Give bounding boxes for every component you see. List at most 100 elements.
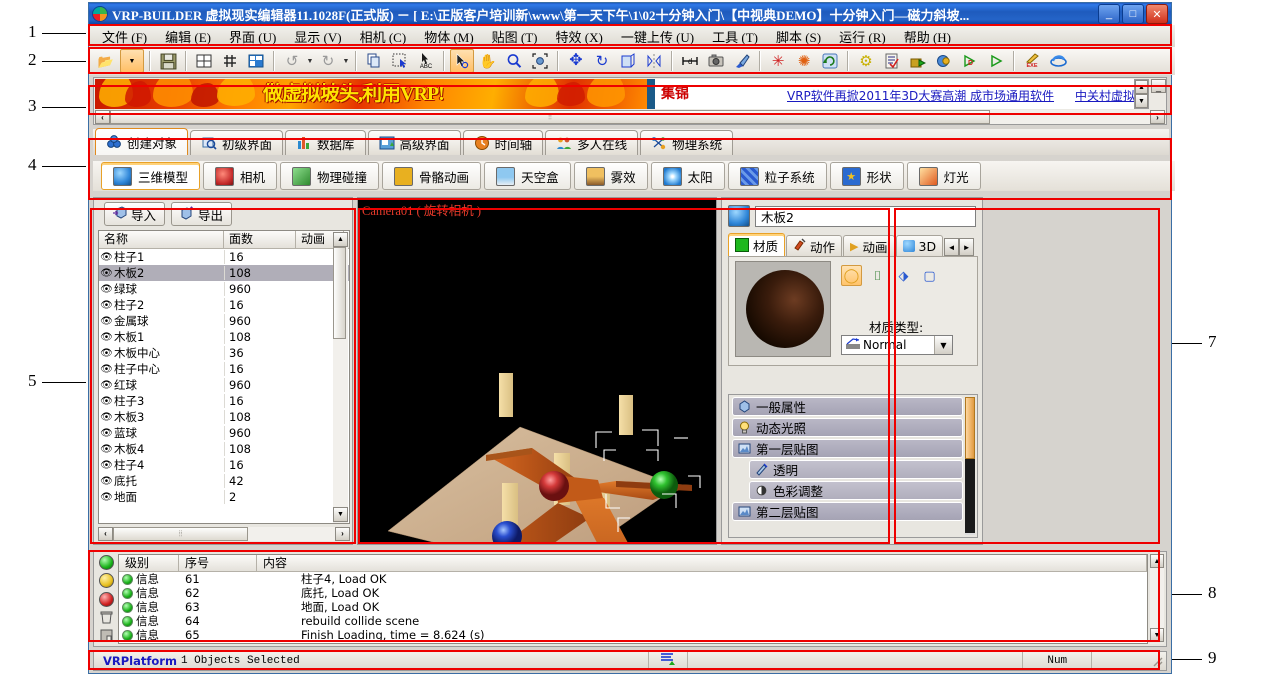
warning-filter-icon[interactable]: [97, 572, 115, 588]
list-hscroll-right-button[interactable]: ›: [335, 527, 350, 541]
property-tab-action[interactable]: 动作: [786, 235, 842, 256]
visibility-eye-icon[interactable]: 👁: [99, 460, 114, 471]
material-preview[interactable]: [735, 261, 831, 357]
visibility-eye-icon[interactable]: 👁: [99, 284, 114, 295]
log-vertical-scrollbar[interactable]: ▲ ▼: [1150, 554, 1164, 644]
log-vscroll-track[interactable]: [1150, 568, 1164, 628]
property-tab-prev-button[interactable]: ◄: [944, 238, 959, 256]
mirror-icon[interactable]: [642, 49, 666, 73]
menu-item-file[interactable]: 文件 (F): [93, 25, 156, 48]
log-column-content[interactable]: 内容: [257, 555, 1147, 571]
ad-minimize-button[interactable]: _: [1151, 79, 1166, 93]
ad-hscroll-right-button[interactable]: ›: [1150, 110, 1165, 124]
object-list-vertical-scrollbar[interactable]: ▲ ▼: [333, 232, 348, 524]
object-list-row[interactable]: 👁柱子中心16: [99, 361, 349, 377]
menu-item-display[interactable]: 显示 (V): [285, 25, 350, 48]
open-icon[interactable]: 📂: [94, 49, 118, 73]
object-tab-sun[interactable]: 太阳: [651, 162, 725, 190]
resize-grip[interactable]: [1150, 654, 1164, 668]
list-scroll-down-button[interactable]: ▼: [333, 507, 348, 522]
scale-icon[interactable]: [616, 49, 640, 73]
sphere-preview-icon[interactable]: ◯: [841, 265, 862, 286]
ad-link-1[interactable]: VRP软件再掀2011年3D大赛高潮 成市场通用软件: [787, 87, 1054, 104]
object-list-horizontal-scrollbar[interactable]: ‹ ⦙⦙ ›: [98, 526, 350, 541]
visibility-eye-icon[interactable]: 👁: [99, 476, 114, 487]
ad-horizontal-scrollbar[interactable]: ‹ ⦙⦙ ›: [95, 110, 1165, 124]
3d-viewport[interactable]: Camera01 ( 旋转相机 ): [357, 197, 717, 545]
open-dropdown-icon[interactable]: ▼: [120, 49, 144, 73]
redo-dropdown-icon[interactable]: ▼: [341, 50, 351, 72]
property-tab-animation[interactable]: ▶ 动画: [843, 235, 894, 256]
paint-brush-icon[interactable]: [730, 49, 754, 73]
module-tab-advanced-ui[interactable]: 高级界面: [368, 130, 461, 155]
publish-gear-icon[interactable]: [932, 49, 956, 73]
rollout-scrollbar[interactable]: [965, 397, 975, 535]
ad-hscroll-left-button[interactable]: ‹: [95, 110, 110, 124]
sun-effect-icon[interactable]: ✺: [792, 49, 816, 73]
object-list-row[interactable]: 👁木板3108: [99, 409, 349, 425]
object-tab-skeleton-animation[interactable]: 骨骼动画: [382, 162, 481, 190]
ad-hscroll-track[interactable]: [990, 110, 1150, 124]
play-icon[interactable]: [984, 49, 1008, 73]
pan-hand-icon[interactable]: ✋: [476, 49, 500, 73]
property-tab-next-button[interactable]: ►: [959, 238, 974, 256]
material-type-select[interactable]: Normal ▼: [841, 335, 953, 355]
visibility-eye-icon[interactable]: 👁: [99, 444, 114, 455]
menu-item-camera[interactable]: 相机 (C): [351, 25, 416, 48]
log-column-seq[interactable]: 序号: [179, 555, 257, 571]
object-list-row[interactable]: 👁柱子316: [99, 393, 349, 409]
close-button[interactable]: ✕: [1146, 4, 1168, 24]
log-row[interactable]: 信息64rebuild collide scene: [119, 614, 1147, 628]
visibility-eye-icon[interactable]: 👁: [99, 396, 114, 407]
object-name-input[interactable]: 木板2: [755, 206, 976, 227]
object-list-row[interactable]: 👁地面2: [99, 489, 349, 505]
plane-preview-icon[interactable]: ▢: [919, 265, 940, 286]
module-tab-timeline[interactable]: 时间轴: [463, 130, 544, 155]
menu-item-help[interactable]: 帮助 (H): [895, 25, 960, 48]
column-header-name[interactable]: 名称: [99, 231, 224, 248]
export-button[interactable]: 导出: [171, 202, 232, 226]
log-row[interactable]: 信息62底托, Load OK: [119, 586, 1147, 600]
object-tab-collision[interactable]: 物理碰撞: [280, 162, 379, 190]
cube-preview-icon[interactable]: ⬗: [893, 265, 914, 286]
object-list-row[interactable]: 👁柱子116: [99, 249, 349, 265]
visibility-eye-icon[interactable]: 👁: [99, 332, 114, 343]
object-list-row[interactable]: 👁柱子416: [99, 457, 349, 473]
ad-scroll-down-button[interactable]: ▼: [1135, 94, 1148, 108]
property-tab-material[interactable]: 材质: [728, 233, 785, 256]
object-list-row[interactable]: 👁木板4108: [99, 441, 349, 457]
module-tab-create-object[interactable]: 创建对象: [95, 128, 188, 155]
save-icon[interactable]: [156, 49, 180, 73]
menu-item-effects[interactable]: 特效 (X): [547, 25, 612, 48]
column-header-faces[interactable]: 面数: [224, 231, 296, 248]
menu-item-object[interactable]: 物体 (M): [415, 25, 482, 48]
minimize-button[interactable]: _: [1098, 4, 1120, 24]
object-tab-skybox[interactable]: 天空盒: [484, 162, 571, 190]
menu-item-ui[interactable]: 界面 (U): [220, 25, 285, 48]
zoom-magnifier-icon[interactable]: [502, 49, 526, 73]
log-table[interactable]: 级别 序号 内容 信息61柱子4, Load OK信息62底托, Load OK…: [118, 554, 1148, 644]
rollout-texture-layer[interactable]: 第二层贴图: [732, 502, 963, 521]
module-tab-multiplayer[interactable]: 多人在线: [545, 130, 638, 155]
list-scroll-up-button[interactable]: ▲: [333, 232, 348, 247]
rollout-scroll-thumb[interactable]: [965, 397, 975, 459]
list-hscroll-track[interactable]: ⦙⦙: [113, 527, 335, 541]
visibility-eye-icon[interactable]: 👁: [99, 300, 114, 311]
rollout-color-adjust[interactable]: 色彩调整: [749, 481, 963, 500]
object-tab-light[interactable]: 灯光: [907, 162, 981, 190]
menu-item-tools[interactable]: 工具 (T): [703, 25, 767, 48]
zoom-extents-icon[interactable]: [528, 49, 552, 73]
rollout-transparency[interactable]: 透明: [749, 460, 963, 479]
list-vscroll-thumb[interactable]: [333, 247, 346, 339]
select-region-icon[interactable]: [388, 49, 412, 73]
visibility-eye-icon[interactable]: 👁: [99, 412, 114, 423]
move-icon[interactable]: ✥: [564, 49, 588, 73]
log-row[interactable]: 信息61柱子4, Load OK: [119, 572, 1147, 586]
module-tab-basic-ui[interactable]: 初级界面: [190, 130, 283, 155]
object-list-table[interactable]: 名称 面数 动画 👁柱子116👁木板2108👁绿球960👁柱子216👁金属球96…: [98, 230, 350, 524]
build-run-icon[interactable]: [906, 49, 930, 73]
menu-item-run[interactable]: 运行 (R): [830, 25, 895, 48]
particle-icon[interactable]: ✳: [766, 49, 790, 73]
clear-log-icon[interactable]: [97, 609, 115, 625]
visibility-eye-icon[interactable]: 👁: [99, 348, 114, 359]
